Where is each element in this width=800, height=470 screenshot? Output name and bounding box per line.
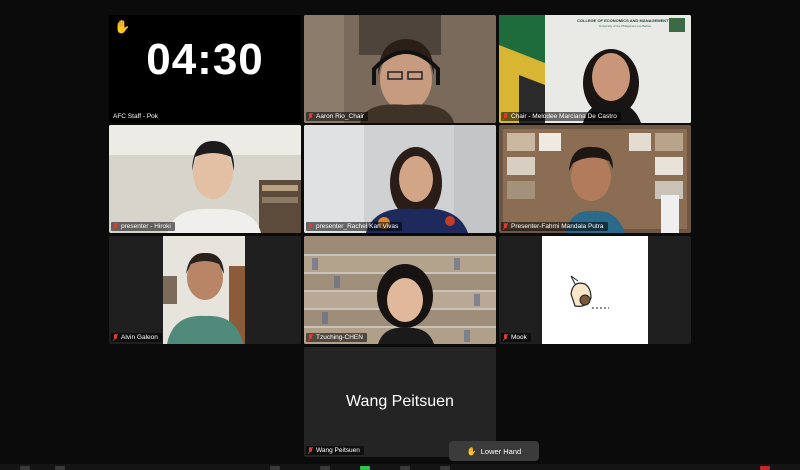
participant-tile-rachel[interactable]: presenter_Rachel Karl Vivas (304, 125, 496, 233)
participant-nameplate: Tzuching-CHEN (306, 333, 367, 342)
mic-muted-icon (503, 223, 508, 230)
participant-nameplate: Wang Peitsuen (306, 446, 364, 455)
participant-tile-aaron[interactable]: Aaron Rio_Chair (304, 15, 496, 123)
toolbar-chat-button[interactable] (320, 466, 330, 470)
participant-nameplate: Chair - Melodee Marciana De Castro (501, 112, 621, 121)
raised-hand-icon: ✋ (466, 446, 477, 456)
participant-tile-melodee[interactable]: COLLEGE OF ECONOMICS AND MANAGEMENT Univ… (499, 15, 691, 123)
participant-tile-hiroki[interactable]: presenter - Hiroki (109, 125, 301, 233)
participant-nameplate: AFC Staff - Pok (111, 112, 163, 121)
toolbar-leave-button[interactable] (760, 466, 770, 470)
video-feed (109, 236, 301, 344)
timer-display: 04:30 (146, 35, 264, 84)
participant-tile-tzuching[interactable]: Tzuching-CHEN (304, 236, 496, 344)
toolbar-video-button[interactable] (55, 466, 65, 470)
toolbar-reactions-button[interactable] (440, 466, 450, 470)
mic-muted-icon (308, 334, 313, 341)
video-feed (499, 15, 691, 123)
participant-tile-pok[interactable]: ✋ 04:30 AFC Staff - Pok (109, 15, 301, 123)
raised-hand-icon: ✋ (114, 19, 131, 34)
lower-hand-button[interactable]: ✋ Lower Hand (449, 441, 539, 461)
mic-muted-icon (113, 223, 118, 230)
participant-nameplate: Presenter-Fahmi Mandala Putra (501, 222, 608, 231)
video-feed (109, 125, 301, 233)
participant-nameplate: presenter - Hiroki (111, 222, 175, 231)
mic-muted-icon (503, 113, 508, 120)
participant-tile-mook[interactable]: Mook (499, 236, 691, 344)
participant-nameplate: Mook (501, 333, 531, 342)
video-feed (499, 125, 691, 233)
video-feed (304, 125, 496, 233)
mic-muted-icon (308, 447, 313, 454)
toolbar-mic-button[interactable] (20, 466, 30, 470)
toolbar-share-button[interactable] (360, 466, 370, 470)
avatar (542, 236, 648, 344)
mic-muted-icon (503, 334, 508, 341)
participant-tile-alvin[interactable]: Alvin Galeon (109, 236, 301, 344)
participant-nameplate: Aaron Rio_Chair (306, 112, 369, 121)
video-grid: ✋ 04:30 AFC Staff - Pok Aaron Rio_Chair (0, 0, 800, 470)
participant-nameplate: Alvin Galeon (111, 333, 162, 342)
mic-muted-icon (113, 334, 118, 341)
participant-display-name: Wang Peitsuen (346, 393, 454, 410)
video-feed (304, 236, 496, 344)
toolbar-record-button[interactable] (400, 466, 410, 470)
toolbar-participants-button[interactable] (270, 466, 280, 470)
video-feed (304, 15, 496, 123)
participant-tile-fahmi[interactable]: Presenter-Fahmi Mandala Putra (499, 125, 691, 233)
meeting-toolbar (0, 464, 800, 470)
mic-muted-icon (308, 223, 313, 230)
participant-nameplate: presenter_Rachel Karl Vivas (306, 222, 403, 231)
mic-muted-icon (308, 113, 313, 120)
